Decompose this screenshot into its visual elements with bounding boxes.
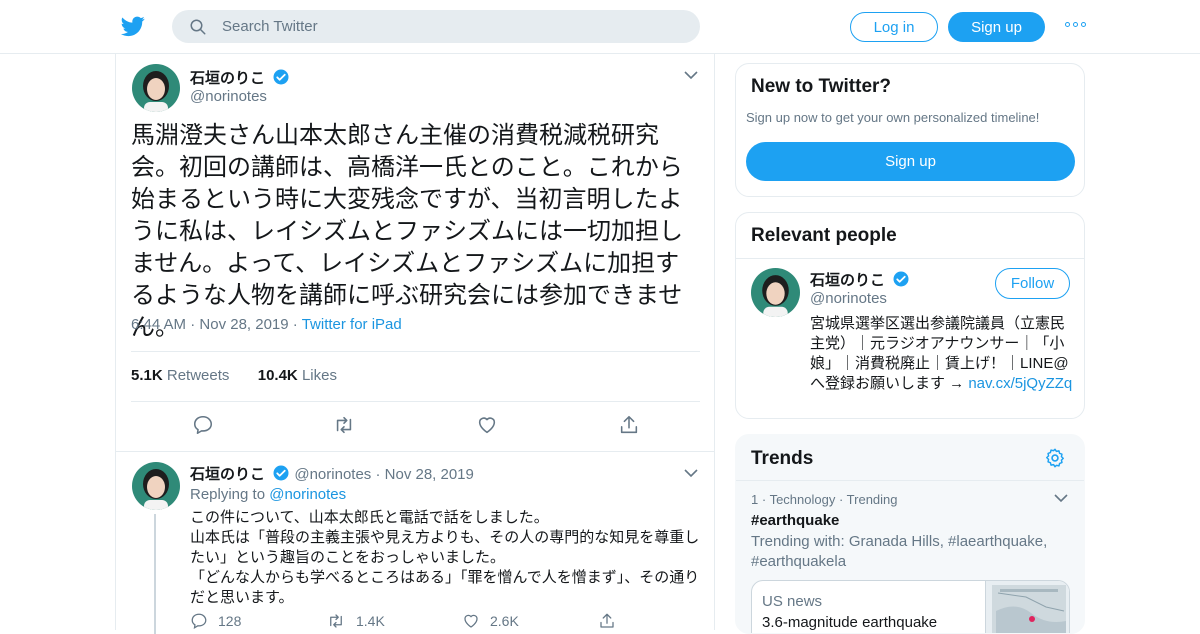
reply-date[interactable]: Nov 28, 2019 [385,466,474,483]
reply-header: 石垣のりこ @norinotes · Nov 28, 2019 [190,463,474,484]
author-name-row: 石垣のりこ [190,67,290,88]
replying-to: Replying to @norinotes [190,486,347,503]
meta-separator: · [190,316,200,333]
login-button[interactable]: Log in [850,12,938,42]
card-title: New to Twitter? [751,76,892,97]
reply-icon[interactable] [192,414,214,436]
divider [131,401,700,402]
divider [131,351,700,352]
gear-icon[interactable] [1044,447,1066,469]
top-bar: Log in Sign up [0,0,1200,54]
avatar[interactable] [132,64,180,112]
divider [736,480,1084,481]
person-name-row: 石垣のりこ [810,269,910,290]
divider [736,258,1084,259]
tweet-text: 馬淵澄夫さん山本太郎さん主催の消費税減税研究会。初回の講師は、高橋洋一氏とのこと… [131,122,683,341]
author-handle[interactable]: @norinotes [294,466,371,483]
retweets-stat[interactable]: 5.1K Retweets [131,367,229,384]
person-bio: 宮城県選挙区選出参議院議員（立憲民主党）｜元ラジオアナウンサー｜「小娘」｜消費税… [810,315,1073,392]
meta-separator: · [292,316,302,333]
news-headline: 3.6-magnitude earthquake [762,614,938,631]
search-icon [190,19,206,34]
new-to-twitter-card: New to Twitter? Sign up now to get your … [735,63,1085,197]
reply-icon [191,613,207,629]
tweet-stats: 5.1K Retweets 10.4K Likes [131,367,337,384]
likes-stat[interactable]: 10.4K Likes [258,367,337,384]
like-icon[interactable] [476,414,498,436]
like-icon [464,614,478,628]
card-subtitle: Sign up now to get your own personalized… [746,110,1040,125]
card-title: Relevant people [751,225,897,246]
trending-with: Trending with: Granada Hills, #laearthqu… [751,533,1048,570]
author-handle[interactable]: @norinotes [190,88,267,105]
like-action[interactable]: 2.6K [462,612,598,630]
avatar[interactable] [132,462,180,510]
follow-button[interactable]: Follow [995,268,1070,299]
retweet-action[interactable]: 1.4K [326,612,462,630]
news-card[interactable]: US news 3.6-magnitude earthquake [751,580,1070,633]
reply-actions: 128 1.4K 2.6K [190,612,734,630]
reply-tweet[interactable]: 石垣のりこ @norinotes · Nov 28, 2019 Replying… [116,451,714,634]
search-input[interactable] [222,18,662,35]
verified-icon [273,465,289,481]
replying-to-link[interactable]: @norinotes [269,486,346,503]
news-thumbnail-map [985,581,1069,633]
trend-tag[interactable]: #earthquake [751,512,839,529]
retweet-icon [330,614,342,628]
verified-icon [273,69,289,85]
trend-meta: 1 · Technology · Trending [751,492,898,507]
signup-button[interactable]: Sign up [948,12,1045,42]
verified-icon [893,271,909,287]
person-name[interactable]: 石垣のりこ [810,272,885,289]
tweet-actions [116,414,716,450]
reply-text: この件について、山本太郎氏と電話で話をしました。 山本氏は「普段の主義主張や見え… [190,509,700,606]
author-name[interactable]: 石垣のりこ [190,466,265,483]
tweet-meta: 6:44 AM · Nov 28, 2019 · Twitter for iPa… [131,316,402,333]
relevant-people-card: Relevant people 石垣のりこ @norinotes Follow … [735,212,1085,419]
card-title: Trends [751,448,814,469]
tweet-source[interactable]: Twitter for iPad [302,316,402,333]
bio-link[interactable]: nav.cx/5jQyZZq [968,375,1072,392]
sidebar-signup-button[interactable]: Sign up [746,142,1075,181]
reply-action[interactable]: 128 [190,612,326,630]
share-icon[interactable] [618,414,640,436]
news-source: US news [762,593,823,610]
tweet-time[interactable]: 6:44 AM [131,316,186,333]
person-handle[interactable]: @norinotes [810,290,887,307]
thread-line [154,514,156,634]
chevron-down-icon[interactable] [684,70,698,80]
retweet-icon[interactable] [332,414,356,436]
author-name[interactable]: 石垣のりこ [190,70,265,87]
avatar[interactable] [751,268,800,317]
share-action[interactable] [598,612,734,630]
twitter-bird-icon[interactable] [120,14,146,38]
timeline: 石垣のりこ @norinotes 馬淵澄夫さん山本太郎さん主催の消費税減税研究会… [115,54,716,634]
share-icon [600,613,614,628]
trends-card: Trends 1 · Technology · Trending #earthq… [735,434,1085,634]
search-bar[interactable] [172,10,700,43]
tweet-date[interactable]: Nov 28, 2019 [199,316,288,333]
more-icon[interactable] [1065,22,1086,27]
chevron-down-icon[interactable] [684,468,698,478]
chevron-down-icon[interactable] [1054,493,1068,503]
meta-separator: · [375,466,385,483]
